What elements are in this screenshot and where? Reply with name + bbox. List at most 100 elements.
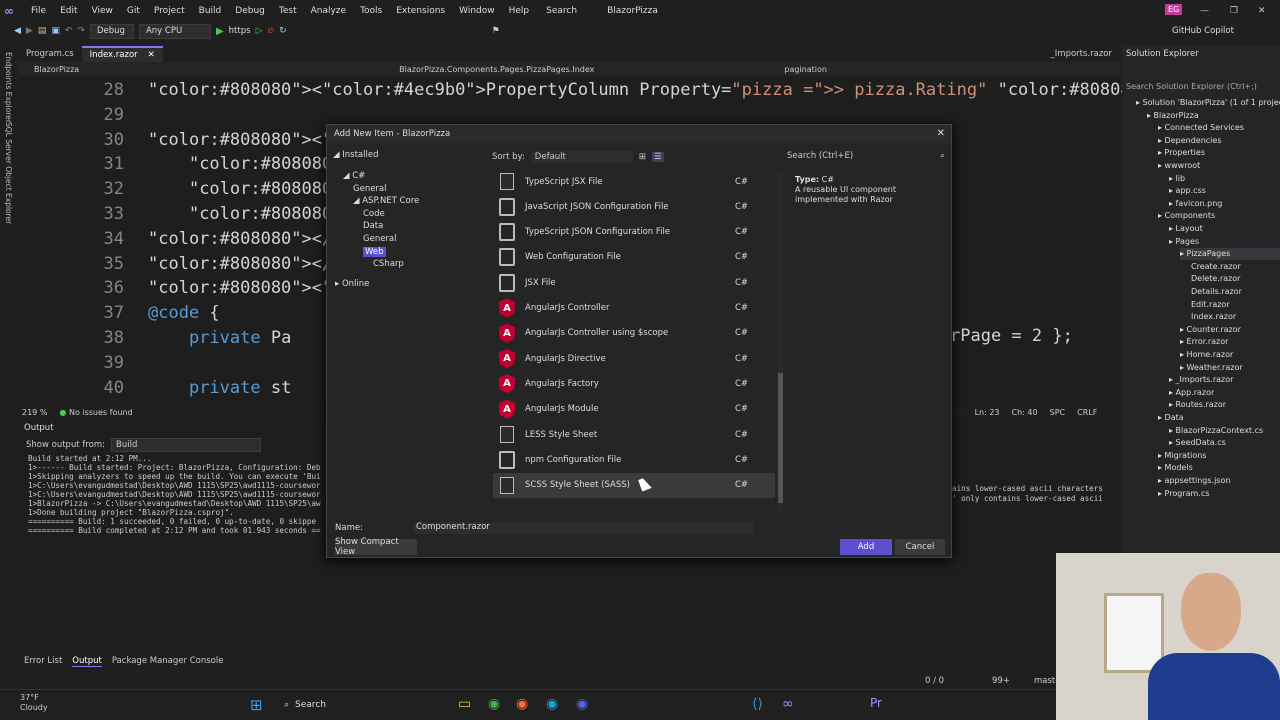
status-count[interactable]: 99+: [992, 676, 1010, 686]
template-item[interactable]: JSX File C#: [493, 270, 775, 295]
solution-item[interactable]: ▸ _Imports.razor: [1169, 374, 1233, 386]
solution-item[interactable]: ▸ Counter.razor: [1180, 324, 1241, 336]
template-scrollbar[interactable]: [778, 173, 783, 513]
solution-item[interactable]: ▸ Migrations: [1158, 450, 1206, 462]
vscode-icon[interactable]: ⟨⟩: [752, 696, 763, 712]
solution-item[interactable]: ▸ Routes.razor: [1169, 399, 1226, 411]
solution-item[interactable]: Create.razor: [1191, 261, 1241, 273]
solution-item[interactable]: ▸ PizzaPages: [1180, 248, 1280, 261]
run-target[interactable]: https: [229, 26, 251, 36]
chrome-icon[interactable]: ◉: [488, 696, 500, 712]
line-ending[interactable]: CRLF: [1077, 408, 1097, 417]
premiere-icon[interactable]: Pr: [870, 696, 882, 710]
menu-item-analyze[interactable]: Analyze: [304, 6, 353, 16]
template-category-asp-net-core[interactable]: ◢ ASP.NET Core: [353, 196, 419, 206]
nav-project[interactable]: BlazorPizza: [34, 65, 79, 74]
forward-icon[interactable]: ▶: [26, 26, 33, 36]
template-item[interactable]: TypeScript JSON Configuration File C#: [493, 220, 775, 245]
start-icon[interactable]: ⊞: [250, 696, 263, 714]
menu-item-project[interactable]: Project: [147, 6, 192, 16]
code-line[interactable]: "color:#808080"><"color:#4ec9b0">Propert…: [148, 80, 1182, 100]
user-avatar[interactable]: EG: [1165, 4, 1183, 15]
solution-item[interactable]: ▸ App.razor: [1169, 387, 1214, 399]
tab-output[interactable]: Output: [72, 656, 102, 667]
issues-indicator[interactable]: ● No issues found: [59, 408, 132, 417]
solution-item[interactable]: ▸ Weather.razor: [1180, 362, 1243, 374]
cancel-button[interactable]: Cancel: [895, 539, 945, 555]
solution-item[interactable]: Delete.razor: [1191, 273, 1240, 285]
show-compact-view-button[interactable]: Show Compact View: [335, 537, 417, 557]
solution-item[interactable]: ▸ Models: [1158, 462, 1193, 474]
solution-item[interactable]: ▸ Program.cs: [1158, 488, 1209, 500]
code-line[interactable]: private st: [148, 378, 291, 398]
menu-item-git[interactable]: Git: [120, 6, 147, 16]
add-button[interactable]: Add: [840, 539, 892, 555]
tab-index-razor[interactable]: Index.razor ✕: [81, 46, 163, 62]
template-item[interactable]: A AngularJs Directive C#: [493, 346, 775, 371]
grid-view-icon[interactable]: ⊞: [639, 152, 646, 162]
window-restore-icon[interactable]: ❐: [1230, 6, 1238, 16]
template-search-input[interactable]: Search (Ctrl+E) ⌕: [787, 151, 947, 161]
template-category-web[interactable]: Web: [363, 246, 386, 257]
sort-select[interactable]: Default: [530, 151, 633, 163]
weather-widget[interactable]: 37°F Cloudy: [20, 693, 48, 713]
zoom-level[interactable]: 219 %: [22, 408, 47, 417]
solution-item[interactable]: Index.razor: [1191, 311, 1236, 323]
nav-member[interactable]: pagination: [784, 65, 827, 74]
template-item[interactable]: A AngularJs Controller C#: [493, 296, 775, 321]
menu-item-extensions[interactable]: Extensions: [389, 6, 452, 16]
visual-studio-icon[interactable]: ∞: [782, 696, 794, 712]
template-item[interactable]: A AngularJs Factory C#: [493, 371, 775, 396]
redo-icon[interactable]: ↷: [77, 26, 85, 36]
template-category-data[interactable]: Data: [363, 221, 383, 231]
bookmark-icon[interactable]: ⚑: [492, 26, 500, 36]
template-category-c#[interactable]: ◢ C#: [343, 171, 365, 181]
github-copilot[interactable]: GitHub Copilot: [1172, 26, 1234, 36]
solution-item[interactable]: ▸ Error.razor: [1180, 336, 1228, 348]
solution-item[interactable]: ▸ Data: [1158, 412, 1184, 424]
status-lines[interactable]: 0 / 0: [925, 676, 944, 686]
solution-item[interactable]: ▸ Components: [1158, 210, 1215, 222]
menu-item-window[interactable]: Window: [452, 6, 502, 16]
hot-reload-icon[interactable]: 🔥︎: [267, 26, 274, 36]
solution-item[interactable]: ▸ SeedData.cs: [1169, 437, 1226, 449]
firefox-icon[interactable]: ◉: [516, 696, 528, 712]
template-item[interactable]: Web Configuration File C#: [493, 245, 775, 270]
template-item[interactable]: LESS Style Sheet C#: [493, 422, 775, 447]
solution-item[interactable]: ▸ BlazorPizza: [1147, 110, 1199, 122]
config-select[interactable]: Debug: [89, 23, 134, 39]
template-item[interactable]: A AngularJs Controller using $scope C#: [493, 321, 775, 346]
edge-icon[interactable]: ◉: [546, 696, 558, 712]
sql-server-explorer-tab[interactable]: SQL Server Object Explorer: [4, 122, 13, 224]
template-category-online[interactable]: ▸ Online: [335, 279, 369, 289]
solution-item[interactable]: ▸ favicon.png: [1169, 198, 1222, 210]
template-item[interactable]: npm Configuration File C#: [493, 447, 775, 472]
solution-item[interactable]: ▸ Home.razor: [1180, 349, 1233, 361]
menu-item-test[interactable]: Test: [272, 6, 304, 16]
dialog-close-icon[interactable]: ✕: [937, 128, 945, 139]
template-item[interactable]: SCSS Style Sheet (SASS) C#: [493, 472, 775, 498]
window-close-icon[interactable]: ✕: [1258, 6, 1266, 16]
back-icon[interactable]: ◀: [14, 26, 21, 36]
solution-item[interactable]: Edit.razor: [1191, 299, 1230, 311]
template-item[interactable]: JavaScript JSON Configuration File C#: [493, 194, 775, 219]
vs-logo-icon[interactable]: ∞: [4, 4, 18, 18]
template-item[interactable]: A AngularJs Module C#: [493, 397, 775, 422]
solution-item[interactable]: ▸ lib: [1169, 173, 1185, 185]
window-minimize-icon[interactable]: —: [1200, 6, 1209, 16]
solution-item[interactable]: ▸ Layout: [1169, 223, 1203, 235]
template-category-general[interactable]: General: [353, 184, 387, 194]
solution-item[interactable]: ▸ Properties: [1158, 147, 1205, 159]
menu-item-help[interactable]: Help: [502, 6, 537, 16]
endpoints-explorer-tab[interactable]: Endpoints Explorer: [4, 52, 13, 123]
solution-item[interactable]: ▸ appsettings.json: [1158, 475, 1230, 487]
solution-item[interactable]: ▸ app.css: [1169, 185, 1206, 197]
template-category-code[interactable]: Code: [363, 209, 385, 219]
installed-header[interactable]: ◢ Installed: [333, 150, 378, 160]
code-line[interactable]: private Pa: [148, 328, 291, 348]
solution-item[interactable]: ▸ Dependencies: [1158, 135, 1222, 147]
menu-item-tools[interactable]: Tools: [353, 6, 389, 16]
menu-item-edit[interactable]: Edit: [53, 6, 84, 16]
run-icon[interactable]: ▶: [216, 26, 224, 37]
menu-item-view[interactable]: View: [85, 6, 120, 16]
